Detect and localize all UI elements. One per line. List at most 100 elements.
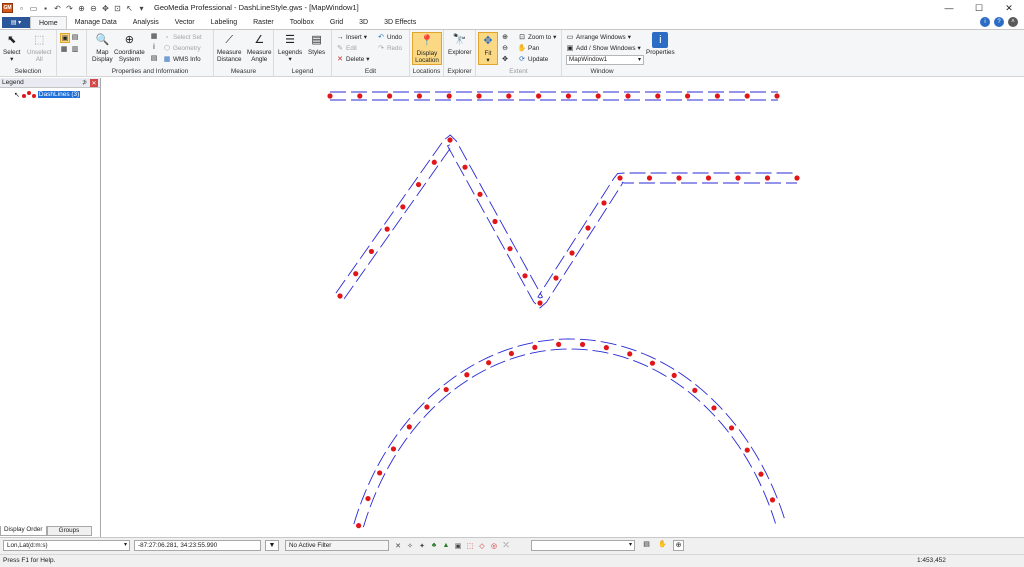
pin-icon[interactable]: ⊅ xyxy=(82,79,87,86)
update-button[interactable]: ⟳ Update xyxy=(518,55,548,64)
fit-button[interactable]: ✥ Fit ▾ xyxy=(478,32,498,65)
properties-small-1-button[interactable]: ▦ xyxy=(150,32,158,40)
dash-line-2-stroke[interactable] xyxy=(343,144,797,309)
pan-button[interactable]: ✋ Pan xyxy=(518,44,540,53)
undo-icon[interactable]: ↶ xyxy=(53,4,62,13)
select-mode-1-button[interactable]: ▣ xyxy=(60,33,70,43)
dash-line-2-vertex[interactable] xyxy=(764,175,771,181)
zoom-out-icon[interactable]: ⊖ xyxy=(89,4,98,13)
new-icon[interactable]: ▫ xyxy=(17,4,26,13)
select-mode-4-button[interactable]: ▥ xyxy=(71,45,79,53)
dash-line-2-vertex[interactable] xyxy=(601,200,607,206)
dash-line-3-vertex[interactable] xyxy=(728,425,735,431)
dash-line-3-vertex[interactable] xyxy=(377,470,383,476)
tab-3d[interactable]: 3D xyxy=(351,16,376,29)
open-icon[interactable]: ▭ xyxy=(29,4,38,13)
insert-button[interactable]: → Insert ▾ xyxy=(336,33,367,41)
app-icon[interactable]: GM xyxy=(2,3,13,13)
filter-field[interactable]: No Active Filter xyxy=(285,540,389,551)
dash-line-1-vertex[interactable] xyxy=(744,93,750,99)
legend-close-button[interactable]: ✕ xyxy=(90,79,98,87)
dash-line-3-vertex[interactable] xyxy=(424,404,430,410)
geometry-button[interactable]: ⬡ Geometry xyxy=(163,44,201,53)
zoom-out-small-button[interactable]: ⊖ xyxy=(501,44,509,52)
tool-4-icon[interactable]: ♣ xyxy=(429,540,439,551)
dash-line-3-vertex[interactable] xyxy=(758,471,764,477)
arrange-windows-button[interactable]: ▭ Arrange Windows ▾ xyxy=(566,33,631,42)
dash-line-2-vertex[interactable] xyxy=(705,175,712,181)
dash-line-1-vertex[interactable] xyxy=(714,93,721,99)
tool-6-icon[interactable]: ▣ xyxy=(453,540,463,551)
dash-line-3-vertex[interactable] xyxy=(532,344,538,350)
file-menu-button[interactable]: ▤ ▾ xyxy=(2,17,30,28)
dash-line-3-vertex[interactable] xyxy=(711,405,717,411)
dash-line-3-vertex[interactable] xyxy=(671,372,677,379)
tab-raster[interactable]: Raster xyxy=(245,16,282,29)
wms-info-button[interactable]: ▦ WMS Info xyxy=(163,55,201,64)
dash-line-1-vertex[interactable] xyxy=(685,93,691,99)
minimize-button[interactable]: — xyxy=(934,0,964,16)
dash-line-2-vertex[interactable] xyxy=(522,273,528,279)
help-icon[interactable]: ? xyxy=(994,17,1004,27)
zoom-in-small-button[interactable]: ⊕ xyxy=(501,33,509,41)
legends-button[interactable]: ☰ Legends ▾ xyxy=(278,32,302,63)
tool-2-icon[interactable]: ✧ xyxy=(405,540,415,551)
dash-line-1-vertex[interactable] xyxy=(595,93,601,99)
zoom-in-icon[interactable]: ⊕ xyxy=(77,4,86,13)
tab-3d-effects[interactable]: 3D Effects xyxy=(376,16,424,29)
dash-line-1-vertex[interactable] xyxy=(416,93,422,99)
dash-line-2-vertex[interactable] xyxy=(384,226,390,232)
dash-line-2-vertex[interactable] xyxy=(646,175,653,181)
select-mode-3-button[interactable]: ▦ xyxy=(60,45,68,53)
dash-line-1-vertex[interactable] xyxy=(446,93,452,99)
zoom-to-button[interactable]: ⊡ Zoom to ▾ xyxy=(518,33,556,42)
dash-line-2-vertex[interactable] xyxy=(337,293,343,299)
select-button[interactable]: ⬉ Select ▾ xyxy=(3,32,21,63)
properties-button[interactable]: i Properties xyxy=(646,32,675,56)
select-mode-2-button[interactable]: ▤ xyxy=(71,33,79,41)
tab-display-order[interactable]: Display Order xyxy=(0,526,47,536)
coordinate-dropdown-button[interactable]: ▼ xyxy=(265,540,279,551)
dash-line-3-vertex[interactable] xyxy=(692,387,698,393)
ribbon-collapse-icon[interactable]: ˄ xyxy=(1008,17,1018,27)
dash-line-3-vertex[interactable] xyxy=(443,386,449,393)
query-select[interactable] xyxy=(531,540,635,551)
tab-manage-data[interactable]: Manage Data xyxy=(67,16,125,29)
dash-line-3-vertex[interactable] xyxy=(579,341,586,348)
dash-line-2-stroke[interactable] xyxy=(335,134,797,299)
dash-line-1-vertex[interactable] xyxy=(357,93,363,99)
map-window[interactable] xyxy=(102,78,1024,537)
dash-line-1-vertex[interactable] xyxy=(327,93,333,99)
dash-line-2-vertex[interactable] xyxy=(617,175,623,181)
dash-line-2-vertex[interactable] xyxy=(431,159,437,165)
dash-line-2-vertex[interactable] xyxy=(368,248,375,255)
dash-line-3-vertex[interactable] xyxy=(365,495,371,502)
dash-line-1-vertex[interactable] xyxy=(536,93,542,99)
dash-line-3-vertex[interactable] xyxy=(603,345,609,351)
map-canvas[interactable] xyxy=(102,78,1024,537)
dash-line-2-vertex[interactable] xyxy=(353,271,359,277)
dash-line-2-vertex[interactable] xyxy=(585,225,591,231)
dash-line-2-vertex[interactable] xyxy=(553,275,559,281)
tab-labeling[interactable]: Labeling xyxy=(203,16,245,29)
dash-line-1-vertex[interactable] xyxy=(565,93,571,99)
dash-line-1-vertex[interactable] xyxy=(506,93,512,99)
dash-line-2-vertex[interactable] xyxy=(447,137,453,143)
edit-button[interactable]: ✎ Edit xyxy=(336,44,357,53)
fit-icon[interactable]: ⊡ xyxy=(113,4,122,13)
dash-line-2-vertex[interactable] xyxy=(415,181,422,188)
unselect-all-button[interactable]: ⬚ Unselect All xyxy=(27,32,52,63)
dash-line-3-vertex[interactable] xyxy=(649,360,656,366)
properties-small-2-button[interactable]: ⅰ xyxy=(150,43,158,51)
info-icon[interactable]: i xyxy=(980,17,990,27)
tool-1-icon[interactable]: ✕ xyxy=(393,540,403,551)
coordinate-system-button[interactable]: ⊕ Coordinate System xyxy=(114,32,145,63)
dash-line-1-vertex[interactable] xyxy=(774,93,780,99)
styles-button[interactable]: ▤ Styles xyxy=(308,32,325,56)
pan-icon[interactable]: ✥ xyxy=(101,4,110,13)
tool-7-icon[interactable]: ⬚ xyxy=(465,540,475,551)
dash-line-3-vertex[interactable] xyxy=(508,350,515,357)
dash-line-3-stroke[interactable] xyxy=(353,338,786,525)
dash-line-1-vertex[interactable] xyxy=(655,93,661,99)
dash-line-2-vertex[interactable] xyxy=(537,300,543,306)
